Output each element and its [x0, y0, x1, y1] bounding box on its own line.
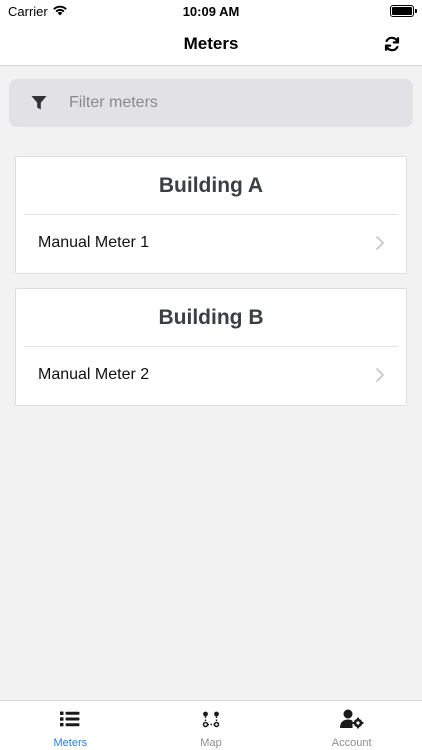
tab-meters[interactable]: Meters: [0, 701, 141, 750]
battery-icon: [390, 5, 417, 17]
status-bar: Carrier 10:09 AM: [0, 0, 422, 22]
tab-account[interactable]: Account: [281, 701, 422, 750]
tab-bar: Meters Map Account: [0, 700, 422, 750]
group-title: Building B: [24, 289, 398, 347]
navigation-bar: Meters: [0, 22, 422, 66]
meter-label: Manual Meter 2: [38, 366, 150, 383]
carrier-label: Carrier: [8, 3, 48, 19]
tab-map[interactable]: Map: [141, 701, 282, 750]
tab-label: Map: [200, 737, 222, 749]
wifi-icon: [52, 4, 68, 19]
refresh-button[interactable]: [380, 32, 404, 56]
tab-label: Meters: [53, 737, 88, 749]
user-gear-icon: [339, 709, 364, 729]
meter-list-item[interactable]: Manual Meter 2: [16, 347, 406, 403]
meter-label: Manual Meter 1: [38, 234, 150, 251]
carrier-info: Carrier: [8, 4, 68, 19]
route-icon: [202, 709, 220, 729]
refresh-icon: [384, 36, 400, 52]
meter-list-item[interactable]: Manual Meter 1: [16, 215, 406, 271]
page-title: Meters: [183, 33, 239, 53]
group-title: Building A: [24, 157, 398, 215]
meter-group-card: Building B Manual Meter 2: [15, 288, 407, 406]
filter-icon: [31, 95, 47, 111]
chevron-right-icon: [376, 367, 386, 383]
list-icon: [60, 709, 80, 729]
chevron-right-icon: [376, 235, 386, 251]
filter-input[interactable]: [69, 94, 369, 112]
tab-label: Account: [331, 737, 372, 749]
meter-group-card: Building A Manual Meter 1: [15, 156, 407, 274]
filter-bar: [9, 79, 413, 127]
